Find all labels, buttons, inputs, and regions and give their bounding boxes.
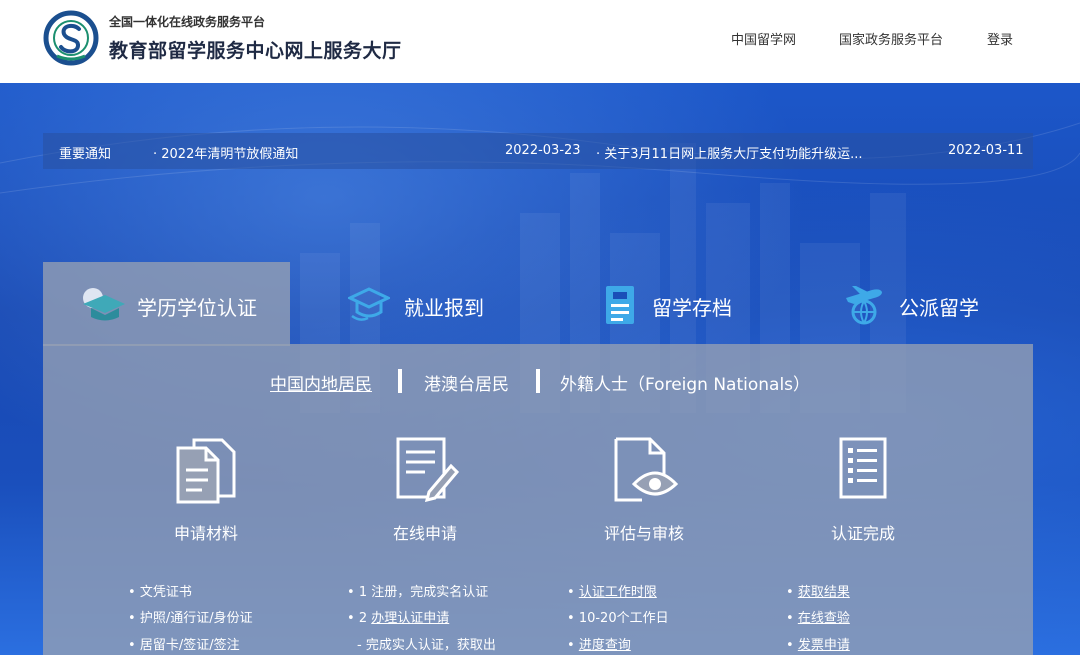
tab-degree-certification[interactable]: 学历学位认证	[43, 262, 290, 344]
list-item: • 护照/通行证/身份证	[128, 611, 253, 626]
get-result-link[interactable]: 获取结果	[798, 585, 850, 600]
notice-date: 2022-03-11	[948, 143, 1024, 158]
tab-employment-registration[interactable]: 就业报到	[340, 262, 560, 344]
brand-subtitle: 全国一体化在线政务服务平台	[109, 15, 266, 29]
online-verify-link[interactable]: 在线查验	[798, 611, 850, 626]
plane-globe-icon	[846, 286, 882, 325]
tab-study-archive[interactable]: 留学存档	[600, 262, 800, 344]
list-item: • 居留卡/签证/签注	[128, 638, 240, 653]
nav-cscse-link[interactable]: 中国留学网	[731, 29, 796, 48]
documents-icon	[176, 438, 236, 504]
header: 全国一体化在线政务服务平台 教育部留学服务中心网上服务大厅 中国留学网 国家政务…	[0, 0, 1080, 83]
login-link[interactable]: 登录	[987, 29, 1013, 48]
logo	[43, 10, 99, 66]
step-online-application-label: 在线申请	[392, 524, 457, 543]
checklist-icon	[839, 437, 887, 499]
subtab-mainland-residents[interactable]: 中国内地居民	[270, 370, 372, 395]
list-item: • 10-20个工作日	[567, 611, 669, 626]
list-item: • 发票申请	[786, 638, 850, 653]
archive-icon	[606, 286, 634, 324]
list-item: • 进度查询	[567, 638, 631, 653]
submit-application-link[interactable]: 办理认证申请	[371, 611, 449, 626]
progress-query-link[interactable]: 进度查询	[579, 638, 631, 653]
list-item: • 文凭证书	[128, 585, 192, 600]
subtab-foreign-nationals[interactable]: 外籍人士（Foreign Nationals）	[560, 370, 810, 395]
list-item: • 1 注册，完成实名认证	[347, 585, 489, 600]
list-item: • 2 办理认证申请	[347, 611, 450, 626]
tab-label: 留学存档	[652, 296, 732, 320]
work-time-limit-link[interactable]: 认证工作时限	[579, 585, 657, 600]
step-certification-complete-label: 认证完成	[830, 524, 895, 543]
nav-gov-platform-link[interactable]: 国家政务服务平台	[839, 29, 943, 48]
subtab-hk-macao-taiwan[interactable]: 港澳台居民	[424, 370, 509, 395]
graduation-cap-icon	[83, 288, 125, 321]
invoice-apply-link[interactable]: 发票申请	[798, 638, 850, 653]
step-assessment-review-label: 评估与审核	[603, 524, 684, 543]
list-item: • 在线查验	[786, 611, 850, 626]
step-apply-materials-label: 申请材料	[173, 524, 238, 543]
tab-label: 就业报到	[404, 296, 484, 320]
tab-label: 公派留学	[899, 296, 979, 320]
notice-item-link[interactable]: · 关于3月11日网上服务大厅支付功能升级运...	[596, 143, 862, 162]
list-item: • 认证工作时限	[567, 585, 657, 600]
list-item: - 完成实人认证，获取出	[357, 638, 496, 653]
list-item: • 获取结果	[786, 585, 850, 600]
notice-date: 2022-03-23	[505, 143, 581, 158]
tab-label: 学历学位认证	[137, 296, 257, 320]
divider	[536, 369, 540, 393]
form-edit-icon	[396, 437, 459, 502]
eye-document-icon	[614, 437, 678, 502]
notice-label: 重要通知	[59, 147, 112, 162]
hat-hands-icon	[348, 287, 390, 321]
notice-item-link[interactable]: · 2022年清明节放假通知	[153, 143, 298, 162]
brand-title: 教育部留学服务中心网上服务大厅	[109, 40, 402, 62]
divider	[398, 369, 402, 393]
tab-government-sponsored[interactable]: 公派留学	[840, 262, 1033, 344]
notice-bar: 重要通知 · 2022年清明节放假通知 2022-03-23 · 关于3月11日…	[43, 133, 1033, 169]
